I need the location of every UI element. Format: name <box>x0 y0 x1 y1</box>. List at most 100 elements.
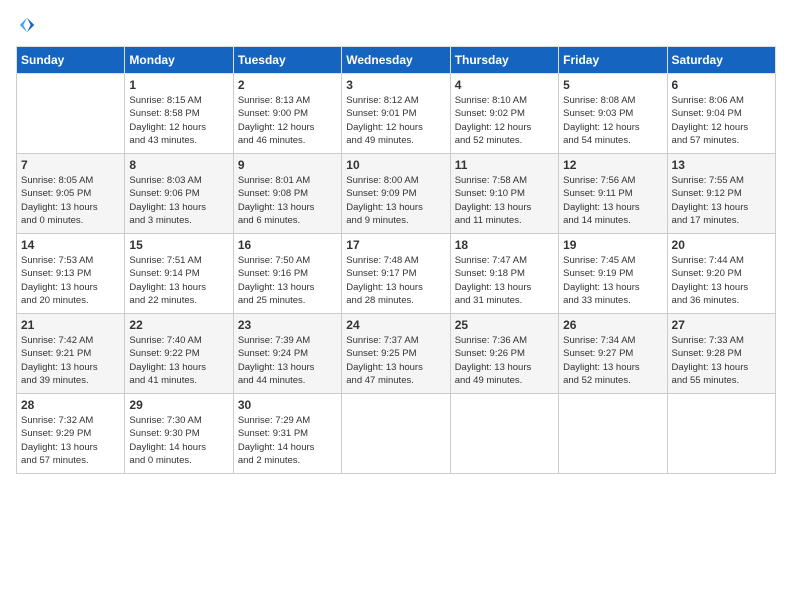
day-number: 30 <box>238 398 337 412</box>
day-info: Sunrise: 7:39 AMSunset: 9:24 PMDaylight:… <box>238 334 337 387</box>
day-number: 15 <box>129 238 228 252</box>
day-number: 13 <box>672 158 771 172</box>
day-number: 9 <box>238 158 337 172</box>
calendar-cell <box>17 74 125 154</box>
day-number: 21 <box>21 318 120 332</box>
day-number: 11 <box>455 158 554 172</box>
calendar-cell: 18 Sunrise: 7:47 AMSunset: 9:18 PMDayligh… <box>450 234 558 314</box>
day-info: Sunrise: 7:56 AMSunset: 9:11 PMDaylight:… <box>563 174 662 227</box>
calendar-cell <box>450 394 558 474</box>
day-info: Sunrise: 7:36 AMSunset: 9:26 PMDaylight:… <box>455 334 554 387</box>
calendar-cell: 3 Sunrise: 8:12 AMSunset: 9:01 PMDaylight… <box>342 74 450 154</box>
calendar-week-4: 21 Sunrise: 7:42 AMSunset: 9:21 PMDayligh… <box>17 314 776 394</box>
header-cell-monday: Monday <box>125 47 233 74</box>
day-number: 20 <box>672 238 771 252</box>
calendar-week-2: 7Sunrise: 8:05 AMSunset: 9:05 PMDaylight… <box>17 154 776 234</box>
day-number: 22 <box>129 318 228 332</box>
day-number: 19 <box>563 238 662 252</box>
calendar-cell: 2 Sunrise: 8:13 AMSunset: 9:00 PMDaylight… <box>233 74 341 154</box>
calendar-cell: 5 Sunrise: 8:08 AMSunset: 9:03 PMDaylight… <box>559 74 667 154</box>
calendar-header: SundayMondayTuesdayWednesdayThursdayFrid… <box>17 47 776 74</box>
calendar-cell: 10 Sunrise: 8:00 AMSunset: 9:09 PMDayligh… <box>342 154 450 234</box>
calendar-cell: 9 Sunrise: 8:01 AMSunset: 9:08 PMDaylight… <box>233 154 341 234</box>
day-info: Sunrise: 8:03 AMSunset: 9:06 PMDaylight:… <box>129 174 228 227</box>
day-info: Sunrise: 8:12 AMSunset: 9:01 PMDaylight:… <box>346 94 445 147</box>
calendar-cell <box>342 394 450 474</box>
calendar-table: SundayMondayTuesdayWednesdayThursdayFrid… <box>16 46 776 474</box>
calendar-week-3: 14 Sunrise: 7:53 AMSunset: 9:13 PMDayligh… <box>17 234 776 314</box>
day-number: 1 <box>129 78 228 92</box>
calendar-cell: 22 Sunrise: 7:40 AMSunset: 9:22 PMDayligh… <box>125 314 233 394</box>
day-number: 3 <box>346 78 445 92</box>
logo-icon <box>18 16 36 34</box>
calendar-cell: 28 Sunrise: 7:32 AMSunset: 9:29 PMDayligh… <box>17 394 125 474</box>
day-info: Sunrise: 7:44 AMSunset: 9:20 PMDaylight:… <box>672 254 771 307</box>
calendar-cell: 17 Sunrise: 7:48 AMSunset: 9:17 PMDayligh… <box>342 234 450 314</box>
day-number: 8 <box>129 158 228 172</box>
day-info: Sunrise: 8:00 AMSunset: 9:09 PMDaylight:… <box>346 174 445 227</box>
calendar-cell: 30 Sunrise: 7:29 AMSunset: 9:31 PMDayligh… <box>233 394 341 474</box>
calendar-cell: 21 Sunrise: 7:42 AMSunset: 9:21 PMDayligh… <box>17 314 125 394</box>
day-info: Sunrise: 8:01 AMSunset: 9:08 PMDaylight:… <box>238 174 337 227</box>
day-info: Sunrise: 7:53 AMSunset: 9:13 PMDaylight:… <box>21 254 120 307</box>
calendar-cell: 16 Sunrise: 7:50 AMSunset: 9:16 PMDayligh… <box>233 234 341 314</box>
day-info: Sunrise: 7:48 AMSunset: 9:17 PMDaylight:… <box>346 254 445 307</box>
header-cell-tuesday: Tuesday <box>233 47 341 74</box>
day-info: Sunrise: 7:51 AMSunset: 9:14 PMDaylight:… <box>129 254 228 307</box>
calendar-body: 1 Sunrise: 8:15 AMSunset: 8:58 PMDaylight… <box>17 74 776 474</box>
day-info: Sunrise: 7:40 AMSunset: 9:22 PMDaylight:… <box>129 334 228 387</box>
day-info: Sunrise: 7:29 AMSunset: 9:31 PMDaylight:… <box>238 414 337 467</box>
calendar-cell: 19 Sunrise: 7:45 AMSunset: 9:19 PMDayligh… <box>559 234 667 314</box>
day-info: Sunrise: 7:37 AMSunset: 9:25 PMDaylight:… <box>346 334 445 387</box>
day-info: Sunrise: 8:06 AMSunset: 9:04 PMDaylight:… <box>672 94 771 147</box>
calendar-cell: 1 Sunrise: 8:15 AMSunset: 8:58 PMDaylight… <box>125 74 233 154</box>
day-number: 17 <box>346 238 445 252</box>
calendar-cell: 4Sunrise: 8:10 AMSunset: 9:02 PMDaylight… <box>450 74 558 154</box>
calendar-cell: 6 Sunrise: 8:06 AMSunset: 9:04 PMDaylight… <box>667 74 775 154</box>
page-header <box>16 16 776 34</box>
day-number: 28 <box>21 398 120 412</box>
day-number: 6 <box>672 78 771 92</box>
day-number: 14 <box>21 238 120 252</box>
day-number: 24 <box>346 318 445 332</box>
day-number: 25 <box>455 318 554 332</box>
day-info: Sunrise: 7:33 AMSunset: 9:28 PMDaylight:… <box>672 334 771 387</box>
calendar-cell: 13Sunrise: 7:55 AMSunset: 9:12 PMDayligh… <box>667 154 775 234</box>
day-info: Sunrise: 7:42 AMSunset: 9:21 PMDaylight:… <box>21 334 120 387</box>
header-cell-wednesday: Wednesday <box>342 47 450 74</box>
day-number: 16 <box>238 238 337 252</box>
day-number: 2 <box>238 78 337 92</box>
logo <box>16 16 36 34</box>
calendar-cell: 12Sunrise: 7:56 AMSunset: 9:11 PMDayligh… <box>559 154 667 234</box>
day-info: Sunrise: 8:15 AMSunset: 8:58 PMDaylight:… <box>129 94 228 147</box>
header-cell-friday: Friday <box>559 47 667 74</box>
calendar-cell: 25 Sunrise: 7:36 AMSunset: 9:26 PMDayligh… <box>450 314 558 394</box>
calendar-cell: 15 Sunrise: 7:51 AMSunset: 9:14 PMDayligh… <box>125 234 233 314</box>
calendar-cell <box>667 394 775 474</box>
calendar-cell: 26 Sunrise: 7:34 AMSunset: 9:27 PMDayligh… <box>559 314 667 394</box>
calendar-cell: 8 Sunrise: 8:03 AMSunset: 9:06 PMDaylight… <box>125 154 233 234</box>
calendar-cell: 24 Sunrise: 7:37 AMSunset: 9:25 PMDayligh… <box>342 314 450 394</box>
day-number: 26 <box>563 318 662 332</box>
day-info: Sunrise: 7:34 AMSunset: 9:27 PMDaylight:… <box>563 334 662 387</box>
day-number: 23 <box>238 318 337 332</box>
day-number: 10 <box>346 158 445 172</box>
header-cell-sunday: Sunday <box>17 47 125 74</box>
calendar-cell <box>559 394 667 474</box>
day-number: 7 <box>21 158 120 172</box>
calendar-cell: 7Sunrise: 8:05 AMSunset: 9:05 PMDaylight… <box>17 154 125 234</box>
day-info: Sunrise: 8:08 AMSunset: 9:03 PMDaylight:… <box>563 94 662 147</box>
day-info: Sunrise: 7:45 AMSunset: 9:19 PMDaylight:… <box>563 254 662 307</box>
day-number: 18 <box>455 238 554 252</box>
day-info: Sunrise: 7:32 AMSunset: 9:29 PMDaylight:… <box>21 414 120 467</box>
day-info: Sunrise: 7:47 AMSunset: 9:18 PMDaylight:… <box>455 254 554 307</box>
header-row: SundayMondayTuesdayWednesdayThursdayFrid… <box>17 47 776 74</box>
day-info: Sunrise: 8:13 AMSunset: 9:00 PMDaylight:… <box>238 94 337 147</box>
day-info: Sunrise: 7:50 AMSunset: 9:16 PMDaylight:… <box>238 254 337 307</box>
day-number: 29 <box>129 398 228 412</box>
calendar-cell: 29Sunrise: 7:30 AMSunset: 9:30 PMDayligh… <box>125 394 233 474</box>
day-info: Sunrise: 8:10 AMSunset: 9:02 PMDaylight:… <box>455 94 554 147</box>
day-number: 5 <box>563 78 662 92</box>
header-cell-thursday: Thursday <box>450 47 558 74</box>
calendar-cell: 23 Sunrise: 7:39 AMSunset: 9:24 PMDayligh… <box>233 314 341 394</box>
